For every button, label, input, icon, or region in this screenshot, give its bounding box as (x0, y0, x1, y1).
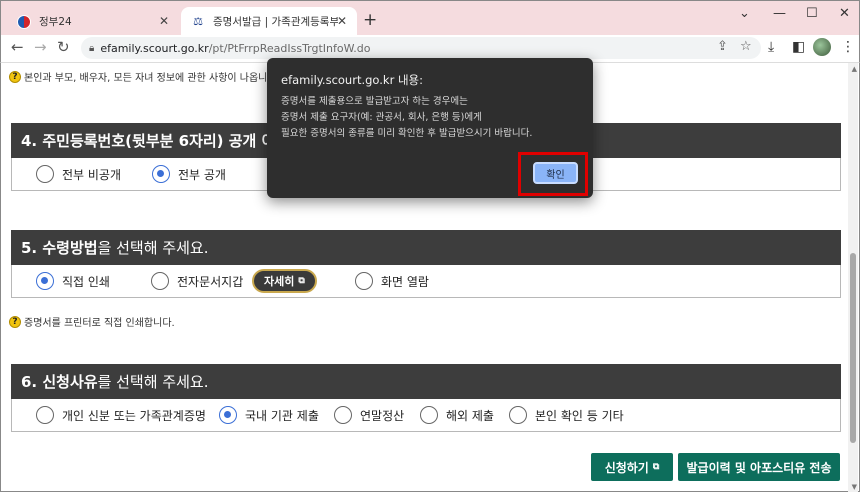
issue-history-button-label: 발급이력 및 아포스티유 전송 (686, 460, 832, 475)
section6-title-bold: 6. 신청사유 (21, 373, 98, 391)
minimize-icon[interactable]: — (773, 6, 786, 21)
profile-avatar[interactable] (813, 38, 831, 56)
tab-strip: 정부24 ✕ ⚖ 증명서발급 | 가족관계등록부 | ✕ + ⌄ — ☐ ✕ (0, 0, 860, 36)
bookmark-star-icon[interactable]: ☆ (740, 39, 752, 54)
tab-search-icon[interactable]: ⌄ (739, 6, 750, 21)
external-link-icon: ⧉ (652, 462, 660, 472)
radio-circle-selected[interactable] (152, 165, 170, 183)
question-icon: ? (9, 70, 21, 83)
close-tab-icon[interactable]: ✕ (337, 14, 347, 28)
section6-header: 6. 신청사유 를 선택해 주세요. (11, 364, 841, 399)
radio-circle[interactable] (420, 406, 438, 424)
apply-button-label: 신청하기 (604, 460, 649, 475)
radio-label: 개인 신분 또는 가족관계증명 (62, 408, 206, 423)
tab-title: 정부24 (39, 16, 72, 28)
dialog-message: 증명서를 제출용으로 발급받고자 하는 경우에는 증명서 제출 요구자(예: 관… (281, 94, 532, 142)
radio-label: 연말정산 (360, 408, 405, 423)
tab-title: 증명서발급 | 가족관계등록부 | (213, 16, 338, 28)
external-link-icon: ⧉ (298, 276, 305, 286)
radio-hide-all[interactable]: 전부 비공개 (36, 165, 121, 183)
radio-circle-selected[interactable] (219, 406, 237, 424)
close-tab-icon[interactable]: ✕ (159, 14, 169, 28)
dialog-line: 증명서 제출 요구자(예: 관공서, 회사, 은행 등)에게 (281, 112, 482, 123)
top-notice: ? 본인과 부모, 배우자, 모든 자녀 정보에 관한 사항이 나옵니 (9, 69, 267, 84)
radio-e-wallet[interactable]: 전자문서지갑 (151, 272, 243, 290)
close-window-icon[interactable]: ✕ (839, 6, 850, 21)
section6-options: 개인 신분 또는 가족관계증명 국내 기관 제출 연말정산 해외 제출 본인 확… (11, 399, 841, 432)
scroll-down-arrow-icon[interactable]: ▼ (852, 483, 857, 491)
radio-label: 국내 기관 제출 (245, 408, 319, 423)
radio-overseas-submit[interactable]: 해외 제출 (420, 406, 494, 424)
court-favicon-icon: ⚖ (193, 15, 203, 28)
maximize-icon[interactable]: ☐ (806, 6, 818, 21)
detail-button[interactable]: 자세히 ⧉ (252, 269, 317, 293)
gov24-favicon-icon (17, 14, 31, 29)
radio-direct-print[interactable]: 직접 인쇄 (36, 272, 110, 290)
top-notice-text: 본인과 부모, 배우자, 모든 자녀 정보에 관한 사항이 나옵니 (24, 73, 268, 84)
scroll-up-arrow-icon[interactable]: ▲ (852, 65, 857, 73)
radio-identity-family[interactable]: 개인 신분 또는 가족관계증명 (36, 406, 206, 424)
radio-label: 화면 열람 (381, 274, 429, 289)
address-bar[interactable]: 🔒︎ efamily.scourt.go.kr/pt/PtFrrpReadIss… (81, 37, 761, 59)
radio-label: 전부 공개 (178, 167, 226, 182)
apply-button[interactable]: 신청하기 ⧉ (591, 453, 673, 481)
section6-title-rest: 를 선택해 주세요. (97, 373, 209, 391)
share-icon[interactable]: ⇪ (717, 39, 728, 54)
dialog-ok-label: 확인 (546, 169, 565, 181)
radio-circle[interactable] (36, 406, 54, 424)
radio-label: 해외 제출 (446, 408, 494, 423)
radio-circle[interactable] (36, 165, 54, 183)
download-icon[interactable]: ⤓ (768, 39, 774, 55)
radio-year-end-tax[interactable]: 연말정산 (334, 406, 404, 424)
radio-circle[interactable] (509, 406, 527, 424)
dialog-title: efamily.scourt.go.kr 내용: (281, 73, 423, 87)
radio-label: 직접 인쇄 (62, 274, 110, 289)
radio-label: 전자문서지갑 (177, 274, 244, 289)
section4-title: 4. 주민등록번호(뒷부분 6자리) 공개 여부 (21, 132, 290, 150)
alert-dialog: efamily.scourt.go.kr 내용: 증명서를 제출용으로 발급받고… (267, 58, 593, 198)
new-tab-button[interactable]: + (363, 10, 377, 30)
url-host: efamily.scourt.go.kr (100, 41, 209, 55)
section5-header: 5. 수령방법 을 선택해 주세요. (11, 230, 841, 265)
issue-history-button[interactable]: 발급이력 및 아포스티유 전송 (678, 453, 840, 481)
side-panel-icon[interactable]: ◧ (792, 39, 805, 55)
forward-icon[interactable]: → (34, 38, 47, 56)
dialog-line: 증명서를 제출용으로 발급받고자 하는 경우에는 (281, 96, 468, 107)
tab-efamily[interactable]: ⚖ 증명서발급 | 가족관계등록부 | ✕ (181, 7, 357, 36)
radio-label: 전부 비공개 (62, 167, 122, 182)
back-icon[interactable]: ← (11, 38, 24, 56)
lock-icon[interactable]: 🔒︎ (89, 43, 94, 54)
radio-circle[interactable] (151, 272, 169, 290)
menu-kebab-icon[interactable]: ⋮ (841, 39, 855, 55)
radio-identity-other[interactable]: 본인 확인 등 기타 (509, 406, 624, 424)
radio-circle[interactable] (334, 406, 352, 424)
section5-options: 직접 인쇄 전자문서지갑 자세히 ⧉ 화면 열람 (11, 265, 841, 298)
scroll-thumb[interactable] (850, 253, 856, 443)
section5-title-bold: 5. 수령방법 (21, 239, 98, 257)
section5-notice: ? 증명서를 프린터로 직접 인쇄합니다. (9, 314, 175, 329)
reload-icon[interactable]: ↻ (57, 38, 70, 56)
dialog-line: 필요한 증명서의 종류를 미리 확인한 후 발급받으시기 바랍니다. (281, 128, 533, 139)
url-path: /pt/PtFrrpReadIssTrgtInfoW.do (208, 41, 371, 55)
radio-circle-selected[interactable] (36, 272, 54, 290)
page-scrollbar[interactable]: ▲ ▼ (848, 63, 858, 492)
section5-notice-text: 증명서를 프린터로 직접 인쇄합니다. (24, 318, 175, 329)
radio-label: 본인 확인 등 기타 (535, 408, 624, 423)
radio-domestic-submit[interactable]: 국내 기관 제출 (219, 406, 319, 424)
detail-button-label: 자세히 (264, 275, 295, 288)
section5-title-rest: 을 선택해 주세요. (97, 239, 209, 257)
radio-screen-view[interactable]: 화면 열람 (355, 272, 429, 290)
dialog-ok-button[interactable]: 확인 (533, 162, 578, 184)
question-icon: ? (9, 315, 21, 328)
radio-show-all[interactable]: 전부 공개 (152, 165, 226, 183)
tab-gov24[interactable]: 정부24 ✕ (7, 7, 179, 36)
radio-circle[interactable] (355, 272, 373, 290)
